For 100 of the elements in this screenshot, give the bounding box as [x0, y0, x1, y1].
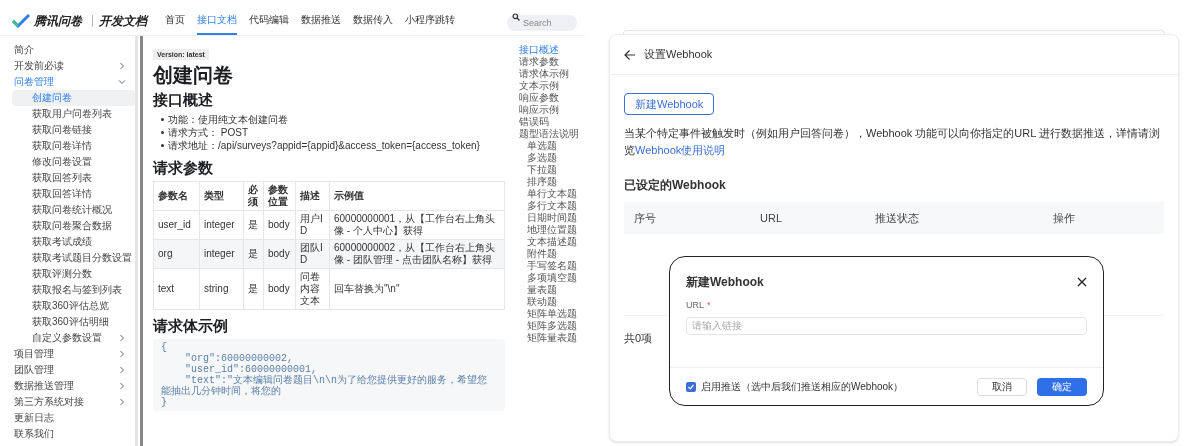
sidebar-item[interactable]: 联系我们	[0, 426, 135, 442]
column-header: 类型	[199, 181, 244, 211]
back-arrow-icon[interactable]	[624, 48, 636, 61]
toc-link[interactable]: 日期时间题	[519, 212, 585, 224]
sidebar-item[interactable]: 获取回答列表	[12, 170, 135, 186]
table-cell: body	[263, 268, 296, 310]
toc-link[interactable]: 排序题	[519, 176, 585, 188]
checkbox[interactable]	[686, 381, 696, 392]
toc-link[interactable]: 矩阵多选题	[519, 320, 585, 332]
sidebar-item[interactable]: 获取评测分数	[12, 266, 135, 282]
sidebar-item[interactable]: 修改问卷设置	[12, 154, 135, 170]
nav-tab[interactable]: 代码编辑	[249, 6, 289, 35]
section-heading: 已设定的Webhook	[624, 177, 727, 194]
column-header: 推送状态	[874, 210, 920, 226]
toc-link[interactable]: 矩阵量表题	[519, 332, 585, 344]
bullet-text: 请求方式： POST	[168, 126, 248, 139]
nav-tab[interactable]: 数据传入	[353, 6, 393, 35]
sidebar-item[interactable]: 第三方系统对接	[0, 394, 135, 410]
toc-link[interactable]: 题型语法说明	[519, 128, 585, 140]
toc-link[interactable]: 量表题	[519, 284, 585, 296]
table-cell: string	[199, 268, 244, 310]
toc-link[interactable]: 单行文本题	[519, 188, 585, 200]
table-cell: 是	[243, 210, 264, 240]
bullet-text: 功能：使用纯文本创建问卷	[168, 113, 288, 126]
sidebar-item[interactable]: 数据推送管理	[0, 378, 135, 394]
toc-link[interactable]: 单选题	[519, 140, 585, 152]
column-header: 参数名	[153, 181, 200, 211]
sidebar-item[interactable]: 获取360评估总览	[12, 298, 135, 314]
sidebar-item[interactable]: 获取问卷详情	[12, 138, 135, 154]
toc-link[interactable]: 文本示例	[519, 80, 585, 92]
dialog-title: 新建Webhook	[686, 274, 764, 291]
sidebar-item[interactable]: 开发前必读	[0, 58, 135, 74]
toc-link[interactable]: 响应参数	[519, 92, 585, 104]
site-subtitle: 开发文档	[99, 12, 147, 30]
sidebar-item[interactable]: 获取360评估明细	[12, 314, 135, 330]
sidebar-item[interactable]: 项目管理	[0, 346, 135, 362]
chevron-right-icon	[117, 61, 127, 71]
table-cell: text	[153, 268, 200, 310]
nav-tab[interactable]: 数据推送	[301, 6, 341, 35]
table-cell: 是	[243, 239, 264, 269]
toc-link[interactable]: 文本描述题	[519, 236, 585, 248]
sidebar-item[interactable]: 获取考试成绩	[12, 234, 135, 250]
toc-link[interactable]: 多选题	[519, 152, 585, 164]
section-heading: 接口概述	[153, 90, 214, 110]
checkmark-icon	[687, 382, 695, 391]
sidebar-item[interactable]: 获取报名与签到列表	[12, 282, 135, 298]
search-field[interactable]: Search	[507, 14, 577, 31]
sidebar-item[interactable]: 获取用户问卷列表	[12, 106, 135, 122]
nav-tab[interactable]: 小程序跳转	[405, 6, 455, 35]
section-heading: 请求体示例	[153, 316, 229, 336]
sidebar-item[interactable]: 获取问卷统计概况	[12, 202, 135, 218]
sidebar-item[interactable]: 问卷管理	[0, 74, 135, 90]
table-cell: 是	[243, 268, 264, 310]
cancel-button[interactable]: 取消	[977, 377, 1027, 396]
column-header: URL	[759, 210, 783, 226]
sidebar-item[interactable]: 获取问卷聚合数据	[12, 218, 135, 234]
page-title: 设置Webhook	[644, 47, 713, 63]
confirm-button[interactable]: 确定	[1037, 377, 1087, 396]
required-mark: *	[707, 299, 711, 312]
sidebar-item[interactable]: 更新日志	[0, 410, 135, 426]
logo-text: 腾讯问卷	[34, 12, 82, 30]
toc-link[interactable]: 手写签名题	[519, 260, 585, 272]
column-header: 示例值	[329, 181, 505, 211]
sidebar-item[interactable]: 简介	[0, 42, 135, 58]
url-input-field[interactable]: 请输入链接	[686, 316, 1087, 335]
toc-link[interactable]: 地理位置题	[519, 224, 585, 236]
usage-guide-link[interactable]: Webhook使用说明	[635, 143, 726, 156]
sidebar-item[interactable]: 获取问卷链接	[12, 122, 135, 138]
logo-icon	[12, 13, 30, 28]
table-cell: 用户ID	[295, 210, 330, 240]
toc-link[interactable]: 请求体示例	[519, 68, 585, 80]
table-cell: body	[263, 239, 296, 269]
toc-link[interactable]: 附件题	[519, 248, 585, 260]
sidebar-item[interactable]: 获取回答详情	[12, 186, 135, 202]
sidebar-item[interactable]: 获取考试题目分数设置	[12, 250, 135, 266]
toc-link[interactable]: 多项填空题	[519, 272, 585, 284]
column-header: 描述	[295, 181, 330, 211]
new-webhook-button[interactable]: 新建Webhook	[624, 93, 715, 115]
search-icon	[512, 12, 520, 21]
column-header: 操作	[1052, 210, 1075, 226]
toc-link[interactable]: 下拉题	[519, 164, 585, 176]
table-cell: 问卷内容文本	[295, 268, 330, 310]
toc-link[interactable]: 错误码	[519, 116, 585, 128]
toc-link[interactable]: 请求参数	[519, 56, 585, 68]
toc-link[interactable]: 联动题	[519, 296, 585, 308]
field-label: URL	[686, 299, 704, 312]
toc-link[interactable]: 多行文本题	[519, 200, 585, 212]
sidebar-item[interactable]: 自定义参数设置	[12, 330, 135, 346]
table-cell: user_id	[153, 210, 200, 240]
sidebar-item[interactable]: 创建问卷	[12, 90, 135, 106]
nav-tab[interactable]: 接口文档	[197, 6, 237, 35]
toc-link[interactable]: 响应示例	[519, 104, 585, 116]
chevron-down-icon	[117, 77, 127, 87]
code-block: { "org":60000000002, "user_id":60000000001, "text":"文本编辑问卷题目\n\n为了给您提供更好的服务，希望您能抽出几分钟时间，将您的 }	[153, 339, 505, 411]
toc-link[interactable]: 接口概述	[519, 44, 585, 56]
close-icon[interactable]	[1077, 277, 1087, 287]
toc-link[interactable]: 矩阵单选题	[519, 308, 585, 320]
sidebar-item[interactable]: 团队管理	[0, 362, 135, 378]
nav-tab[interactable]: 首页	[165, 6, 185, 35]
column-header: 必须	[243, 181, 264, 211]
